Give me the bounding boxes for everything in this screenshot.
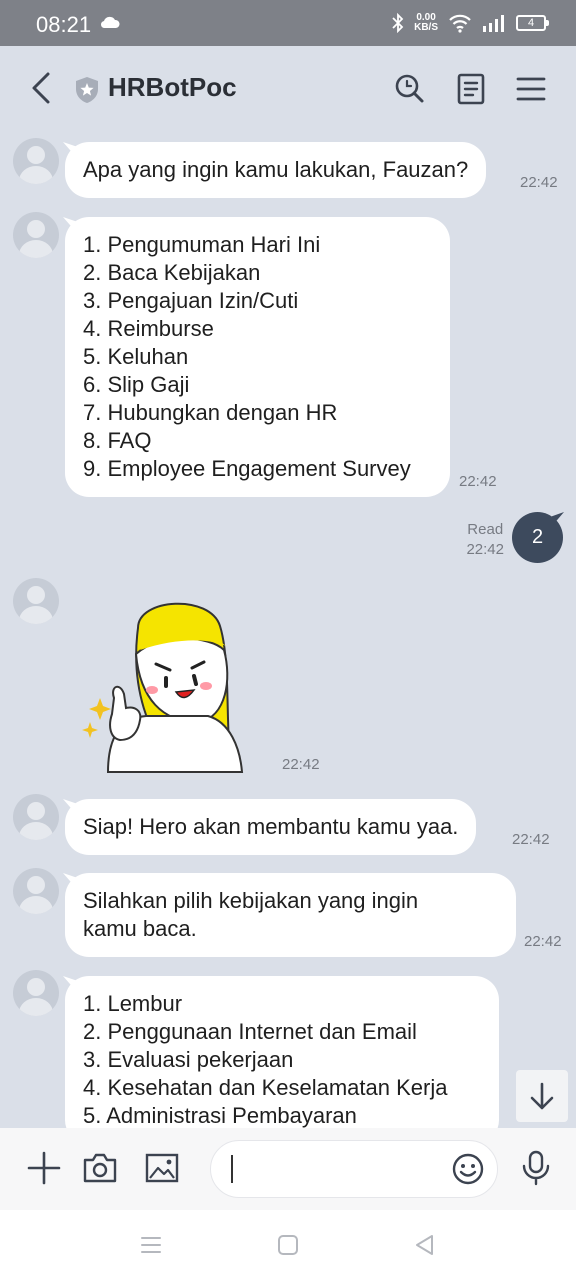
menu-option: 4. Kesehatan dan Keselamatan Kerja bbox=[83, 1075, 448, 1100]
chat-header: HRBotPoc bbox=[0, 46, 576, 132]
bot-avatar[interactable] bbox=[13, 138, 59, 184]
network-speed: 0.00 KB/S bbox=[414, 12, 438, 33]
menu-option: 7. Hubungkan dengan HR bbox=[83, 400, 338, 425]
menu-option: 8. FAQ bbox=[83, 428, 152, 453]
shield-icon bbox=[76, 77, 98, 103]
read-receipt: Read 22:42 bbox=[466, 520, 504, 560]
user-message-bubble[interactable]: 2 bbox=[512, 512, 563, 563]
read-status: Read bbox=[467, 521, 504, 538]
system-navigation-bar bbox=[0, 1210, 576, 1280]
message-time: 22:42 bbox=[459, 473, 497, 490]
back-nav-icon[interactable] bbox=[412, 1232, 438, 1258]
bot-avatar[interactable] bbox=[13, 212, 59, 258]
bot-avatar[interactable] bbox=[13, 970, 59, 1016]
menu-option: 5. Administrasi Pembayaran bbox=[83, 1103, 357, 1128]
message-line: Apa yang ingin kamu lakukan, Fauzan? bbox=[83, 157, 469, 182]
sticker-image[interactable] bbox=[80, 598, 250, 773]
home-icon[interactable] bbox=[275, 1232, 301, 1258]
bot-message-bubble[interactable]: Apa yang ingin kamu lakukan, Fauzan? bbox=[65, 142, 487, 198]
menu-option: 1. Pengumuman Hari Ini bbox=[83, 232, 321, 257]
back-icon[interactable] bbox=[26, 70, 58, 106]
message-line: Silahkan pilih kebijakan yang ingin bbox=[83, 888, 419, 913]
search-icon[interactable] bbox=[392, 72, 426, 106]
bot-avatar[interactable] bbox=[13, 868, 59, 914]
status-icons: 0.00 KB/S 4 bbox=[392, 10, 549, 36]
message-time: 22:42 bbox=[512, 831, 550, 848]
signal-icon bbox=[483, 15, 504, 32]
text-cursor bbox=[231, 1155, 233, 1183]
menu-option: 1. Lembur bbox=[83, 991, 183, 1016]
chat-messages[interactable]: Apa yang ingin kamu lakukan, Fauzan? 22:… bbox=[0, 132, 576, 1128]
menu-option: 5. Keluhan bbox=[83, 344, 189, 369]
status-bar: 08:21 0.00 KB/S 4 bbox=[0, 0, 576, 46]
bot-menu-bubble[interactable]: 1. Lembur 2. Penggunaan Internet dan Ema… bbox=[65, 976, 499, 1128]
message-time: 22:42 bbox=[466, 541, 504, 558]
message-time: 22:42 bbox=[282, 756, 320, 773]
chat-title: HRBotPoc bbox=[108, 72, 237, 102]
emoji-icon[interactable] bbox=[451, 1152, 485, 1186]
message-time: 22:42 bbox=[524, 933, 562, 950]
bot-avatar[interactable] bbox=[13, 578, 59, 624]
message-line: kamu baca. bbox=[83, 916, 197, 941]
menu-option: 3. Evaluasi pekerjaan bbox=[83, 1047, 294, 1072]
menu-option: 3. Pengajuan Izin/Cuti bbox=[83, 288, 299, 313]
scroll-to-bottom-button[interactable] bbox=[516, 1070, 568, 1122]
recents-icon[interactable] bbox=[138, 1232, 164, 1258]
arrow-down-icon bbox=[530, 1082, 554, 1110]
battery-icon: 4 bbox=[516, 15, 549, 31]
message-line: Siap! Hero akan membantu kamu yaa. bbox=[83, 814, 459, 839]
menu-icon[interactable] bbox=[514, 72, 548, 106]
wifi-icon bbox=[449, 14, 471, 33]
bot-menu-bubble[interactable]: 1. Pengumuman Hari Ini 2. Baca Kebijakan… bbox=[65, 217, 450, 497]
bot-avatar[interactable] bbox=[13, 794, 59, 840]
menu-option: 4. Reimburse bbox=[83, 316, 214, 341]
status-time: 08:21 bbox=[36, 12, 92, 37]
bot-message-bubble[interactable]: Silahkan pilih kebijakan yang ingin kamu… bbox=[65, 873, 516, 957]
bluetooth-icon bbox=[392, 13, 404, 33]
bot-message-bubble[interactable]: Siap! Hero akan membantu kamu yaa. bbox=[65, 799, 477, 855]
plus-icon[interactable] bbox=[26, 1150, 62, 1186]
message-time: 22:42 bbox=[520, 174, 558, 191]
message-input[interactable] bbox=[210, 1140, 498, 1198]
cloud-icon bbox=[100, 16, 120, 29]
camera-icon[interactable] bbox=[82, 1150, 118, 1186]
mic-icon[interactable] bbox=[518, 1150, 554, 1186]
menu-option: 2. Penggunaan Internet dan Email bbox=[83, 1019, 417, 1044]
image-icon[interactable] bbox=[144, 1150, 180, 1186]
menu-option: 2. Baca Kebijakan bbox=[83, 260, 261, 285]
notes-icon[interactable] bbox=[454, 72, 488, 106]
menu-option: 9. Employee Engagement Survey bbox=[83, 456, 411, 481]
menu-option: 6. Slip Gaji bbox=[83, 372, 190, 397]
message-input-bar bbox=[0, 1128, 576, 1210]
